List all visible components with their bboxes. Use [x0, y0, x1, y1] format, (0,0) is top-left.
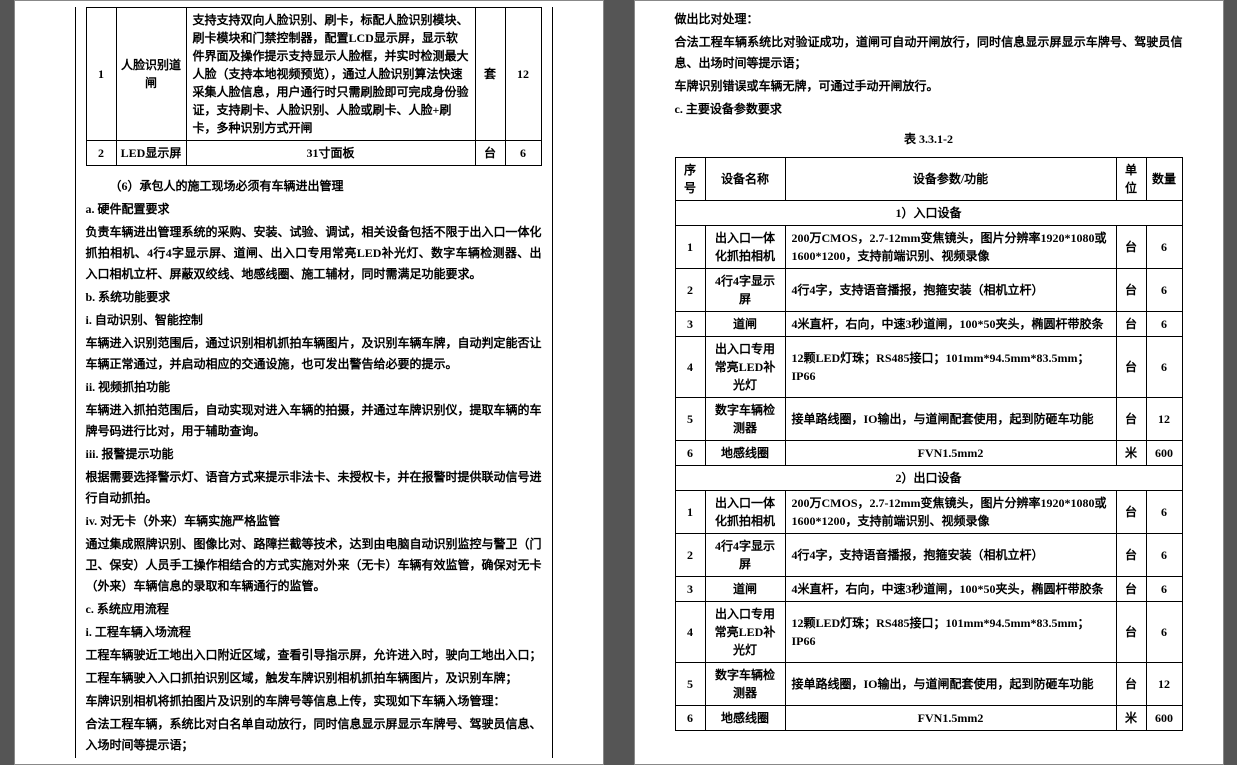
- unit-cell: 套: [475, 8, 505, 141]
- spec-cell: 31寸面板: [186, 141, 475, 166]
- table-row: 24行4字显示屏4行4字，支持语音播报，抱箍安装（相机立杆）台6: [675, 269, 1182, 312]
- para: iii. 报警提示功能: [86, 444, 542, 465]
- header-spec: 设备参数/功能: [785, 158, 1116, 201]
- para: 工程车辆驶近工地出入口附近区域，查看引导指示屏，允许进入时，驶向工地出入口；: [86, 645, 542, 666]
- para: 车牌识别相机将抓拍图片及识别的车牌号等信息上传，实现如下车辆入场管理：: [86, 691, 542, 712]
- para: 车辆进入识别范围后，通过识别相机抓拍车辆图片，及识别车辆车牌，自动判定能否让车辆…: [86, 333, 542, 375]
- group-header: 2）出口设备: [675, 466, 1182, 491]
- outer-border: 1 人脸识别道闸 支持支持双向人脸识别、刷卡，标配人脸识别模块、刷卡模块和门禁控…: [75, 7, 553, 758]
- group-title: 1）入口设备: [675, 201, 1182, 226]
- seq-cell: 1: [86, 8, 116, 141]
- table-title: 表 3.3.1-2: [675, 130, 1183, 147]
- para: c. 系统应用流程: [86, 599, 542, 620]
- spec-cell: 支持支持双向人脸识别、刷卡，标配人脸识别模块、刷卡模块和门禁控制器，配置LCD显…: [186, 8, 475, 141]
- para: （6）承包人的施工现场必须有车辆进出管理: [86, 176, 542, 197]
- para: 通过集成照牌识别、图像比对、路障拦截等技术，达到由电脑自动识别监控与警卫（门卫、…: [86, 534, 542, 597]
- para: 工程车辆驶入入口抓拍识别区域，触发车牌识别相机抓拍车辆图片，及识别车牌；: [86, 668, 542, 689]
- para: b. 系统功能要求: [86, 287, 542, 308]
- page-left: 1 人脸识别道闸 支持支持双向人脸识别、刷卡，标配人脸识别模块、刷卡模块和门禁控…: [14, 0, 604, 765]
- para: i. 工程车辆入场流程: [86, 622, 542, 643]
- para: iv. 对无卡（外来）车辆实施严格监管: [86, 511, 542, 532]
- para: 合法工程车辆系统比对验证成功，道闸可自动开闸放行，同时信息显示屏显示车牌号、驾驶…: [675, 32, 1183, 74]
- header-qty: 数量: [1146, 158, 1182, 201]
- para: 做出比对处理：: [675, 9, 1183, 30]
- table-row: 1 人脸识别道闸 支持支持双向人脸识别、刷卡，标配人脸识别模块、刷卡模块和门禁控…: [86, 8, 541, 141]
- para: 负责车辆进出管理系统的采购、安装、试验、调试，相关设备包括不限于出入口一体化抓拍…: [86, 222, 542, 285]
- table-header: 序号 设备名称 设备参数/功能 单位 数量: [675, 158, 1182, 201]
- group-title: 2）出口设备: [675, 466, 1182, 491]
- qty-cell: 12: [505, 8, 541, 141]
- para: 车辆进入抓拍范围后，自动实现对进入车辆的拍摄，并通过车牌识别仪，提取车辆的车牌号…: [86, 400, 542, 442]
- seq-cell: 2: [86, 141, 116, 166]
- para: ii. 视频抓拍功能: [86, 377, 542, 398]
- table-row: 6地感线圈FVN1.5mm2米600: [675, 441, 1182, 466]
- table-row: 1出入口一体化抓拍相机200万CMOS，2.7-12mm变焦镜头，图片分辨率19…: [675, 226, 1182, 269]
- page-right: 做出比对处理： 合法工程车辆系统比对验证成功，道闸可自动开闸放行，同时信息显示屏…: [634, 0, 1224, 765]
- name-cell: LED显示屏: [116, 141, 186, 166]
- table-row: 4出入口专用常亮LED补光灯12颗LED灯珠；RS485接口；101mm*94.…: [675, 602, 1182, 663]
- table-row: 1出入口一体化抓拍相机200万CMOS，2.7-12mm变焦镜头，图片分辨率19…: [675, 491, 1182, 534]
- table-row: 2 LED显示屏 31寸面板 台 6: [86, 141, 541, 166]
- unit-cell: 台: [475, 141, 505, 166]
- para: 根据需要选择警示灯、语音方式来提示非法卡、未授权卡，并在报警时提供联动信号进行自…: [86, 467, 542, 509]
- table-row: 3道闸4米直杆，右向，中速3秒道闸，100*50夹头，椭圆杆带胶条台6: [675, 312, 1182, 337]
- qty-cell: 6: [505, 141, 541, 166]
- equip-table: 序号 设备名称 设备参数/功能 单位 数量 1）入口设备 1出入口一体化抓拍相机…: [675, 157, 1183, 731]
- table-row: 5数字车辆检测器接单路线圈，IO输出，与道闸配套使用，起到防砸车功能台12: [675, 398, 1182, 441]
- equip-table-top: 1 人脸识别道闸 支持支持双向人脸识别、刷卡，标配人脸识别模块、刷卡模块和门禁控…: [86, 7, 542, 166]
- header-seq: 序号: [675, 158, 705, 201]
- name-cell: 人脸识别道闸: [116, 8, 186, 141]
- table-row: 3道闸4米直杆，右向，中速3秒道闸，100*50夹头，椭圆杆带胶条台6: [675, 577, 1182, 602]
- para: 合法工程车辆，系统比对白名单自动放行，同时信息显示屏显示车牌号、驾驶员信息、入场…: [86, 714, 542, 756]
- table-row: 6地感线圈FVN1.5mm2米600: [675, 706, 1182, 731]
- table-row: 4出入口专用常亮LED补光灯12颗LED灯珠；RS485接口；101mm*94.…: [675, 337, 1182, 398]
- para: 车牌识别错误或车辆无牌，可通过手动开闸放行。: [675, 76, 1183, 97]
- group-header: 1）入口设备: [675, 201, 1182, 226]
- para: a. 硬件配置要求: [86, 199, 542, 220]
- header-unit: 单位: [1116, 158, 1146, 201]
- para: i. 自动识别、智能控制: [86, 310, 542, 331]
- table-row: 24行4字显示屏4行4字，支持语音播报，抱箍安装（相机立杆）台6: [675, 534, 1182, 577]
- para: c. 主要设备参数要求: [675, 99, 1183, 120]
- table-row: 5数字车辆检测器接单路线圈，IO输出，与道闸配套使用，起到防砸车功能台12: [675, 663, 1182, 706]
- header-name: 设备名称: [705, 158, 785, 201]
